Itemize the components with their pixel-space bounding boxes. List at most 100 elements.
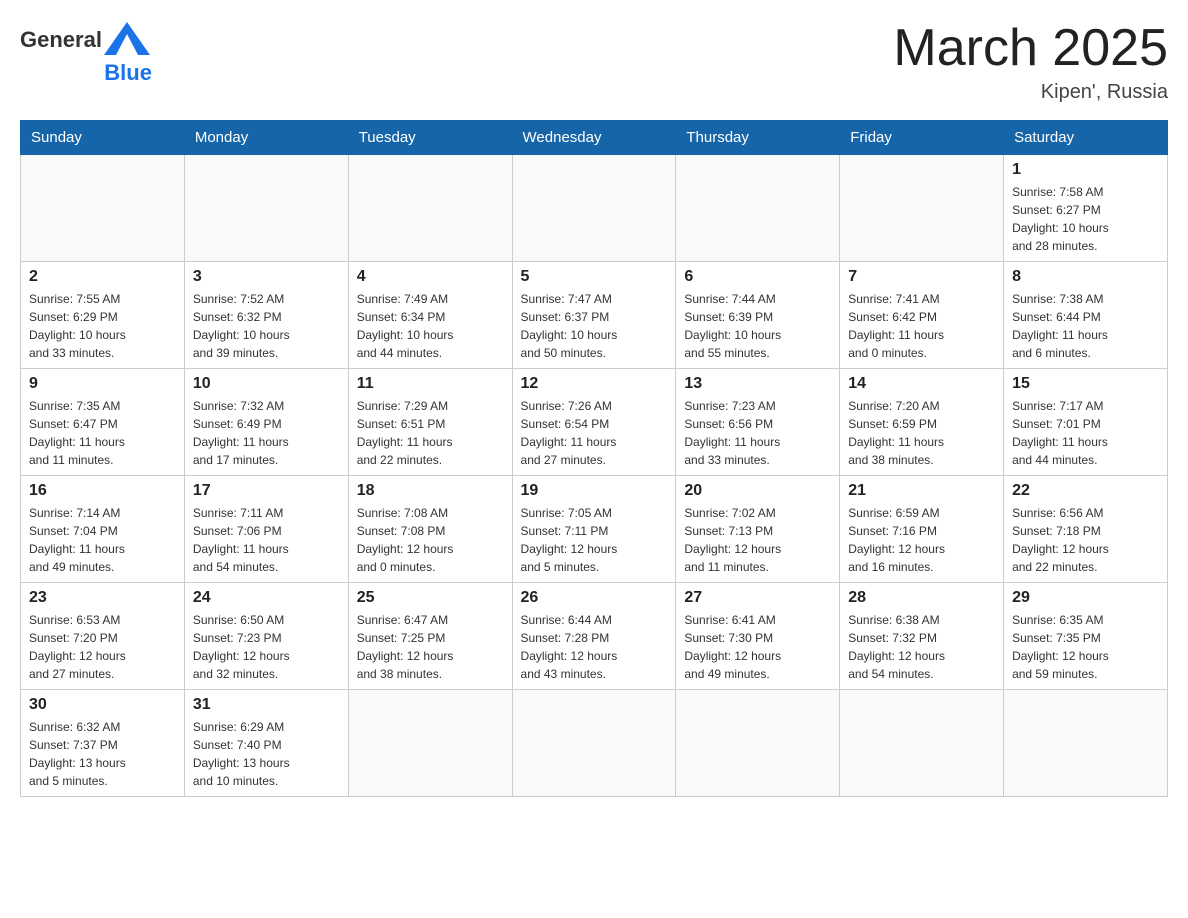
day-number: 18 [357,482,504,500]
weekday-header-thursday: Thursday [676,121,840,155]
day-info: Sunrise: 7:52 AM Sunset: 6:32 PM Dayligh… [193,290,340,362]
calendar-cell [512,155,676,262]
calendar-cell [348,690,512,797]
day-info: Sunrise: 6:35 AM Sunset: 7:35 PM Dayligh… [1012,611,1159,683]
day-info: Sunrise: 7:17 AM Sunset: 7:01 PM Dayligh… [1012,397,1159,469]
day-info: Sunrise: 7:55 AM Sunset: 6:29 PM Dayligh… [29,290,176,362]
calendar-cell [512,690,676,797]
calendar-cell: 25Sunrise: 6:47 AM Sunset: 7:25 PM Dayli… [348,583,512,690]
calendar-cell [21,155,185,262]
day-number: 14 [848,375,995,393]
day-number: 20 [684,482,831,500]
calendar-cell: 1 Sunrise: 7:58 AM Sunset: 6:27 PM Daylig… [1004,155,1168,262]
day-info: Sunrise: 7:05 AM Sunset: 7:11 PM Dayligh… [521,504,668,576]
calendar-cell: 21Sunrise: 6:59 AM Sunset: 7:16 PM Dayli… [840,476,1004,583]
day-number: 15 [1012,375,1159,393]
calendar-cell: 13 Sunrise: 7:23 AM Sunset: 6:56 PM Dayli… [676,369,840,476]
calendar-cell [184,155,348,262]
day-info: Sunrise: 6:44 AM Sunset: 7:28 PM Dayligh… [521,611,668,683]
calendar-cell [1004,690,1168,797]
week-row-1: 2Sunrise: 7:55 AM Sunset: 6:29 PM Daylig… [21,262,1168,369]
calendar-cell: 10 Sunrise: 7:32 AM Sunset: 6:49 PM Dayli… [184,369,348,476]
calendar-cell: 28Sunrise: 6:38 AM Sunset: 7:32 PM Dayli… [840,583,1004,690]
calendar-cell [676,690,840,797]
calendar-cell: 5 Sunrise: 7:47 AM Sunset: 6:37 PM Daylig… [512,262,676,369]
calendar-cell: 11 Sunrise: 7:29 AM Sunset: 6:51 PM Dayli… [348,369,512,476]
day-info: Sunrise: 7:41 AM Sunset: 6:42 PM Dayligh… [848,290,995,362]
calendar-cell: 27 Sunrise: 6:41 AM Sunset: 7:30 PM Dayli… [676,583,840,690]
day-number: 5 [521,268,668,286]
day-info: Sunrise: 7:11 AM Sunset: 7:06 PM Dayligh… [193,504,340,576]
day-number: 8 [1012,268,1159,286]
day-info: Sunrise: 7:23 AM Sunset: 6:56 PM Dayligh… [684,397,831,469]
day-info: Sunrise: 6:38 AM Sunset: 7:32 PM Dayligh… [848,611,995,683]
calendar-cell: 14 Sunrise: 7:20 AM Sunset: 6:59 PM Dayli… [840,369,1004,476]
weekday-header-saturday: Saturday [1004,121,1168,155]
day-info: Sunrise: 6:53 AM Sunset: 7:20 PM Dayligh… [29,611,176,683]
logo-icon [102,20,152,60]
day-info: Sunrise: 7:58 AM Sunset: 6:27 PM Dayligh… [1012,183,1159,255]
day-info: Sunrise: 6:32 AM Sunset: 7:37 PM Dayligh… [29,718,176,790]
day-number: 6 [684,268,831,286]
calendar-cell: 7 Sunrise: 7:41 AM Sunset: 6:42 PM Daylig… [840,262,1004,369]
day-info: Sunrise: 6:47 AM Sunset: 7:25 PM Dayligh… [357,611,504,683]
day-info: Sunrise: 7:38 AM Sunset: 6:44 PM Dayligh… [1012,290,1159,362]
day-number: 1 [1012,161,1159,179]
day-number: 23 [29,589,176,607]
calendar-cell: 17 Sunrise: 7:11 AM Sunset: 7:06 PM Dayli… [184,476,348,583]
day-info: Sunrise: 7:49 AM Sunset: 6:34 PM Dayligh… [357,290,504,362]
day-number: 12 [521,375,668,393]
day-info: Sunrise: 7:08 AM Sunset: 7:08 PM Dayligh… [357,504,504,576]
calendar-cell: 18 Sunrise: 7:08 AM Sunset: 7:08 PM Dayli… [348,476,512,583]
week-row-0: 1 Sunrise: 7:58 AM Sunset: 6:27 PM Daylig… [21,155,1168,262]
day-info: Sunrise: 6:29 AM Sunset: 7:40 PM Dayligh… [193,718,340,790]
logo-blue-text: Blue [104,60,152,86]
day-info: Sunrise: 7:47 AM Sunset: 6:37 PM Dayligh… [521,290,668,362]
calendar-cell [840,155,1004,262]
calendar-cell [676,155,840,262]
day-number: 31 [193,696,340,714]
calendar-cell [840,690,1004,797]
day-number: 27 [684,589,831,607]
calendar-cell: 24 Sunrise: 6:50 AM Sunset: 7:23 PM Dayli… [184,583,348,690]
calendar-table: SundayMondayTuesdayWednesdayThursdayFrid… [20,120,1168,797]
day-info: Sunrise: 7:26 AM Sunset: 6:54 PM Dayligh… [521,397,668,469]
weekday-header-friday: Friday [840,121,1004,155]
calendar-cell: 26 Sunrise: 6:44 AM Sunset: 7:28 PM Dayli… [512,583,676,690]
logo-general-text: General [20,27,102,53]
day-info: Sunrise: 7:35 AM Sunset: 6:47 PM Dayligh… [29,397,176,469]
day-info: Sunrise: 7:14 AM Sunset: 7:04 PM Dayligh… [29,504,176,576]
day-number: 13 [684,375,831,393]
weekday-header-row: SundayMondayTuesdayWednesdayThursdayFrid… [21,121,1168,155]
calendar-cell: 3 Sunrise: 7:52 AM Sunset: 6:32 PM Daylig… [184,262,348,369]
calendar-cell: 9Sunrise: 7:35 AM Sunset: 6:47 PM Daylig… [21,369,185,476]
day-number: 16 [29,482,176,500]
day-number: 7 [848,268,995,286]
month-title: March 2025 [893,20,1168,77]
day-number: 11 [357,375,504,393]
weekday-header-tuesday: Tuesday [348,121,512,155]
title-area: March 2025 Kipen', Russia [893,20,1168,104]
weekday-header-sunday: Sunday [21,121,185,155]
logo-line1: General [20,20,152,60]
day-info: Sunrise: 7:02 AM Sunset: 7:13 PM Dayligh… [684,504,831,576]
day-info: Sunrise: 7:20 AM Sunset: 6:59 PM Dayligh… [848,397,995,469]
day-number: 24 [193,589,340,607]
day-number: 26 [521,589,668,607]
day-info: Sunrise: 7:32 AM Sunset: 6:49 PM Dayligh… [193,397,340,469]
calendar-cell: 16 Sunrise: 7:14 AM Sunset: 7:04 PM Dayli… [21,476,185,583]
calendar-cell: 12 Sunrise: 7:26 AM Sunset: 6:54 PM Dayli… [512,369,676,476]
day-info: Sunrise: 6:41 AM Sunset: 7:30 PM Dayligh… [684,611,831,683]
day-info: Sunrise: 7:29 AM Sunset: 6:51 PM Dayligh… [357,397,504,469]
day-number: 17 [193,482,340,500]
calendar-cell: 31 Sunrise: 6:29 AM Sunset: 7:40 PM Dayli… [184,690,348,797]
calendar-cell: 30Sunrise: 6:32 AM Sunset: 7:37 PM Dayli… [21,690,185,797]
day-number: 3 [193,268,340,286]
weekday-header-monday: Monday [184,121,348,155]
week-row-3: 16 Sunrise: 7:14 AM Sunset: 7:04 PM Dayli… [21,476,1168,583]
day-number: 10 [193,375,340,393]
day-info: Sunrise: 6:59 AM Sunset: 7:16 PM Dayligh… [848,504,995,576]
day-info: Sunrise: 6:50 AM Sunset: 7:23 PM Dayligh… [193,611,340,683]
day-number: 4 [357,268,504,286]
calendar-cell: 19Sunrise: 7:05 AM Sunset: 7:11 PM Dayli… [512,476,676,583]
